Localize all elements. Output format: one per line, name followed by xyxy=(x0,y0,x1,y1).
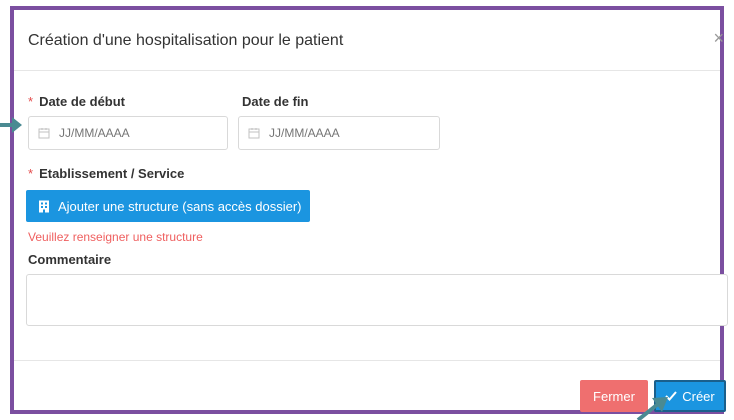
start-date-field xyxy=(28,116,228,150)
start-date-input[interactable] xyxy=(28,116,228,150)
arrow-pointer-bottom xyxy=(636,397,668,420)
modal-title: Création d'une hospitalisation pour le p… xyxy=(28,32,344,49)
calendar-icon xyxy=(248,128,260,139)
add-structure-label: Ajouter une structure (sans accès dossie… xyxy=(58,198,302,214)
start-date-label: * Date de début xyxy=(28,94,125,109)
end-date-field xyxy=(238,116,440,150)
create-label: Créer xyxy=(682,388,715,404)
start-date-label-text: Date de début xyxy=(39,94,126,109)
calendar-icon xyxy=(38,128,50,139)
comment-textarea[interactable] xyxy=(26,274,728,326)
comment-label: Commentaire xyxy=(28,252,112,267)
modal-header: Création d'une hospitalisation pour le p… xyxy=(14,10,724,71)
footer-divider xyxy=(14,360,720,361)
required-mark: * xyxy=(28,166,34,181)
establishment-label: * Etablissement / Service xyxy=(28,166,184,181)
end-date-input[interactable] xyxy=(238,116,440,150)
add-structure-button[interactable]: Ajouter une structure (sans accès dossie… xyxy=(26,190,310,222)
building-icon xyxy=(39,200,49,212)
required-mark: * xyxy=(28,94,34,109)
end-date-label: Date de fin xyxy=(242,94,309,109)
establishment-label-text: Etablissement / Service xyxy=(39,166,185,181)
structure-error-message: Veuillez renseigner une structure xyxy=(28,230,203,244)
close-icon[interactable]: × xyxy=(713,28,724,49)
arrow-pointer-left xyxy=(0,117,22,133)
modal-frame: Création d'une hospitalisation pour le p… xyxy=(10,6,728,414)
